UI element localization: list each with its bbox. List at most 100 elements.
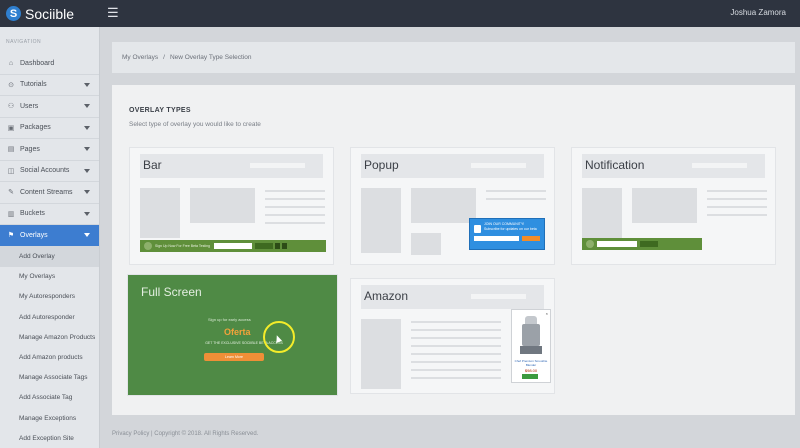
hamburger-menu-icon[interactable]: ☰ (107, 5, 119, 21)
preview-line (486, 190, 546, 192)
sidebar-item-overlays[interactable]: ⚑ Overlays (0, 225, 99, 247)
product-name: Chef Premium Smoothie Blender (514, 359, 548, 367)
submenu-add-autoresponder[interactable]: Add Autoresponder (0, 307, 99, 327)
buckets-icon: ▥ (7, 210, 15, 218)
submenu-my-autoresponders[interactable]: My Autoresponders (0, 287, 99, 307)
blender-product-image (520, 316, 542, 358)
submenu-add-overlay[interactable]: Add Overlay (0, 246, 99, 267)
preview-line (411, 353, 501, 355)
sidebar-item-label: Content Streams (20, 188, 73, 196)
top-bar: S Sociible ☰ Joshua Zamora (0, 0, 800, 27)
overlay-card-popup[interactable]: Popup JOIN OUR COMMUNITY! Subscribe for … (350, 147, 555, 265)
chevron-down-icon (84, 104, 90, 108)
flag-icon: ⚑ (7, 232, 15, 240)
sidebar-item-label: Users (20, 102, 39, 110)
bar-overlay-preview: Sign Up Now For Free Beta Testing (140, 240, 326, 252)
sidebar-item-label: Overlays (20, 231, 48, 239)
preview-line (411, 369, 501, 371)
panel-subtitle: Select type of overlay you would like to… (129, 121, 261, 128)
lock-icon (474, 225, 481, 233)
popup-preview-subtext: Subscribe for updates on our beta (484, 226, 537, 231)
preview-header (140, 154, 323, 178)
chevron-down-icon (84, 82, 90, 87)
submenu-add-amazon-products[interactable]: Add Amazon products (0, 347, 99, 367)
preview-line (411, 345, 501, 347)
preview-line (265, 198, 325, 200)
card-title: Bar (143, 158, 162, 172)
users-icon: ⚇ (7, 103, 15, 111)
sidebar-item-content-streams[interactable]: ✎ Content Streams (0, 182, 99, 204)
preview-block (190, 188, 255, 223)
submenu-my-overlays[interactable]: My Overlays (0, 267, 99, 287)
amazon-product-preview: × Chef Premium Smoothie Blender $98.00 (511, 309, 551, 383)
preview-line (411, 361, 501, 363)
overlay-card-notification[interactable]: Notification (571, 147, 776, 265)
chevron-down-icon (84, 125, 90, 130)
preview-line (411, 337, 501, 339)
submenu-manage-associate-tags[interactable]: Manage Associate Tags (0, 368, 99, 388)
app-name: Sociible (25, 5, 75, 22)
sidebar-item-users[interactable]: ⚇ Users (0, 96, 99, 118)
full-preview-button: Learn More (204, 353, 264, 361)
overlay-types-panel: OVERLAY TYPES Select type of overlay you… (112, 85, 795, 415)
preview-block (361, 319, 401, 389)
popup-preview-text: JOIN OUR COMMUNITY! Subscribe for update… (484, 222, 537, 231)
card-title: Notification (585, 158, 645, 172)
packages-icon: ▣ (7, 124, 15, 132)
sidebar-item-packages[interactable]: ▣ Packages (0, 118, 99, 139)
full-preview-small-text: Sign up for early access (208, 317, 251, 322)
submenu-manage-amazon-products[interactable]: Manage Amazon Products (0, 327, 99, 347)
preview-block (411, 188, 476, 223)
chevron-down-icon (84, 211, 90, 216)
email-field (214, 243, 252, 249)
card-title: Amazon (364, 289, 409, 303)
preview-block (411, 233, 441, 255)
preview-block (140, 188, 180, 238)
footer: Privacy Policy | Copyright © 2018. All R… (112, 431, 259, 437)
sidebar-item-buckets[interactable]: ▥ Buckets (0, 204, 99, 225)
breadcrumb-parent-link[interactable]: My Overlays (122, 54, 158, 61)
preview-line (265, 214, 325, 216)
chevron-down-icon (84, 168, 90, 173)
sidebar-item-social-accounts[interactable]: ◫ Social Accounts (0, 161, 99, 182)
overlay-card-bar[interactable]: Bar Sign Up Now For Free Beta Testing (129, 147, 334, 265)
notification-overlay-preview (582, 238, 702, 250)
card-title: Popup (364, 158, 399, 172)
sidebar-item-label: Pages (20, 145, 40, 153)
submenu-add-associate-tag[interactable]: Add Associate Tag (0, 388, 99, 408)
product-price: $98.00 (524, 368, 538, 373)
user-name[interactable]: Joshua Zamora (730, 8, 786, 17)
sidebar-item-tutorials[interactable]: ⊙ Tutorials (0, 75, 99, 96)
overlay-card-amazon[interactable]: Amazon × Chef Premium Smoothie Blender $… (350, 278, 555, 394)
brand[interactable]: S Sociible (0, 0, 100, 27)
email-field (597, 241, 637, 247)
preview-line (265, 206, 325, 208)
breadcrumb: My Overlays / New Overlay Type Selection (112, 42, 795, 73)
pages-icon: ▤ (7, 146, 15, 154)
sidebar-item-dashboard[interactable]: ⌂ Dashboard (0, 53, 99, 75)
sidebar: NAVIGATION ⌂ Dashboard ⊙ Tutorials ⚇ Use… (0, 27, 100, 448)
dashboard-icon: ⌂ (8, 59, 14, 67)
preview-line (707, 198, 767, 200)
chevron-down-icon (84, 190, 90, 194)
preview-line (707, 214, 767, 216)
sidebar-item-pages[interactable]: ▤ Pages (0, 139, 99, 161)
preview-line (265, 222, 325, 224)
email-field (474, 236, 519, 241)
avatar (144, 242, 152, 250)
breadcrumb-current: New Overlay Type Selection (169, 54, 252, 61)
nav-header: NAVIGATION (6, 39, 42, 45)
chevron-down-icon (84, 147, 90, 151)
breadcrumb-separator: / (163, 54, 165, 61)
close-icon: × (545, 311, 548, 316)
submenu-add-exception-site[interactable]: Add Exception Site (0, 428, 99, 448)
sociible-logo-icon: S (6, 6, 21, 21)
overlay-card-full-screen[interactable]: Full Screen Sign up for early access Ofe… (127, 274, 338, 396)
preview-line (486, 198, 546, 200)
submenu-manage-exceptions[interactable]: Manage Exceptions (0, 408, 99, 428)
sidebar-item-label: Packages (20, 124, 51, 132)
preview-line (707, 190, 767, 192)
popup-overlay-preview: JOIN OUR COMMUNITY! Subscribe for update… (469, 218, 545, 250)
sidebar-item-label: Dashboard (20, 59, 55, 67)
tutorials-icon: ⊙ (8, 81, 14, 89)
